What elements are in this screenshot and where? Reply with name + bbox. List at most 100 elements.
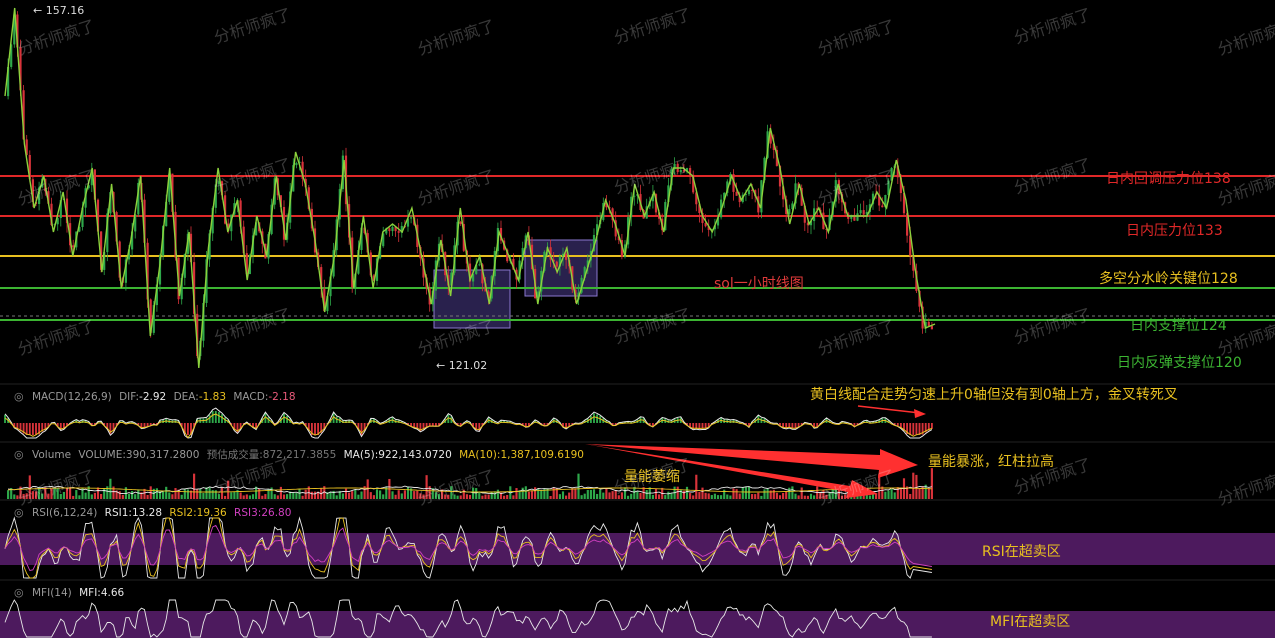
volume-bar xyxy=(400,493,403,499)
macd-histogram-bar xyxy=(909,423,912,435)
volume-bar xyxy=(131,491,134,499)
volume-bar xyxy=(735,489,738,499)
macd-histogram-bar xyxy=(896,423,899,427)
volume-bar xyxy=(627,495,630,499)
candle-body xyxy=(391,226,394,232)
volume-bar xyxy=(692,495,695,499)
volume-bar xyxy=(180,494,183,499)
volume-bar xyxy=(561,491,565,499)
volume-bar xyxy=(295,493,298,499)
volume-bar xyxy=(344,488,348,499)
volume-bar xyxy=(233,491,236,499)
macd-histogram-bar xyxy=(221,414,223,423)
volume-bar xyxy=(689,493,692,499)
volume-bar xyxy=(282,494,286,499)
volume-bar xyxy=(379,490,382,499)
volume-bar xyxy=(549,495,552,499)
macd-histogram-bar xyxy=(431,423,434,426)
volume-bar xyxy=(490,491,493,499)
volume-bar xyxy=(273,494,276,499)
volume-bar xyxy=(729,495,732,499)
volume-bar xyxy=(679,489,682,499)
macd-histogram-bar xyxy=(214,411,217,423)
volume-bar xyxy=(487,494,490,499)
volume-bar xyxy=(654,488,658,499)
volume-bar xyxy=(602,492,605,499)
macd-header: MACD(12,26,9) DIF:-2.92 DEA:-1.83 MACD:-… xyxy=(32,391,296,403)
volume-bar xyxy=(242,495,245,499)
volume-bar xyxy=(636,491,639,499)
macd-histogram-bar xyxy=(217,412,220,423)
volume-bar xyxy=(329,491,332,499)
volume-bar xyxy=(375,489,379,499)
volume-bar xyxy=(174,488,177,499)
sol-hourly-chart: ← 157.16 ← 121.02 sol一小时线图 日内回调压力位138 日内… xyxy=(0,0,1275,638)
volume-bar xyxy=(716,495,720,499)
macd-histogram-bar xyxy=(915,423,918,435)
volume-bar xyxy=(605,488,608,499)
volume-bar xyxy=(534,487,537,499)
volume-bar xyxy=(341,493,344,499)
volume-bar xyxy=(394,494,397,499)
low-marker: ← 121.02 xyxy=(436,359,487,372)
volume-bar xyxy=(506,495,509,499)
volume-bar xyxy=(608,492,611,499)
volume-bar xyxy=(599,489,602,499)
rsi-zone-label: RSI在超卖区 xyxy=(982,544,1061,560)
macd-histogram-bar xyxy=(186,423,189,435)
volume-bar xyxy=(568,492,571,499)
volume-bar xyxy=(162,491,165,499)
macd-histogram-bar xyxy=(596,414,599,423)
volume-bar xyxy=(245,494,248,499)
candle-body xyxy=(555,261,558,267)
volume-bar xyxy=(304,489,307,499)
volume-bar xyxy=(912,472,915,499)
volume-bar xyxy=(208,487,211,499)
candle-body xyxy=(478,264,481,266)
candle-body xyxy=(927,321,930,327)
level-label-138: 日内回调压力位138 xyxy=(1106,171,1231,187)
volume-bar xyxy=(685,486,689,499)
volume-bar xyxy=(7,490,10,499)
chart-title: sol一小时线图 xyxy=(714,276,804,292)
macd-histogram-bar xyxy=(593,413,595,423)
volume-bar xyxy=(741,487,744,499)
volume-spike-note: 量能暴涨，红柱拉高 xyxy=(928,453,1054,470)
volume-bar xyxy=(313,491,317,499)
volume-bar xyxy=(803,495,806,499)
volume-bar xyxy=(754,494,757,499)
volume-bar xyxy=(372,495,375,499)
volume-bar xyxy=(276,495,279,499)
volume-bar xyxy=(645,490,648,499)
mfi-zone-label: MFI在超卖区 xyxy=(990,614,1070,630)
bell-icon: ◎ xyxy=(14,586,24,599)
volume-bar xyxy=(586,489,589,499)
candle-body xyxy=(735,191,738,196)
level-label-128: 多空分水岭关键位128 xyxy=(1099,270,1238,287)
volume-header: Volume VOLUME:390,317.2800 预估成交量:872,217… xyxy=(32,448,584,461)
volume-bar xyxy=(403,490,406,499)
volume-bar xyxy=(205,487,208,499)
volume-bar xyxy=(527,491,530,499)
macd-histogram-bar xyxy=(434,423,437,426)
volume-bar xyxy=(658,494,661,499)
volume-bar xyxy=(348,492,351,499)
volume-bar xyxy=(757,492,760,499)
volume-bar xyxy=(264,494,267,499)
volume-bar xyxy=(909,493,912,499)
volume-bar xyxy=(574,488,577,499)
volume-bar xyxy=(676,486,679,499)
macd-histogram-bar xyxy=(788,423,791,428)
volume-bar xyxy=(524,486,527,499)
volume-bar xyxy=(667,491,670,499)
volume-bar xyxy=(775,492,778,499)
mfi-oversold-band xyxy=(0,611,1275,638)
volume-bar xyxy=(258,488,261,499)
volume-bar xyxy=(96,487,100,499)
volume-bar xyxy=(103,488,106,499)
candle-body xyxy=(856,213,859,221)
macd-histogram-bar xyxy=(930,423,933,429)
volume-bar xyxy=(196,489,199,499)
volume-bar xyxy=(478,492,481,499)
volume-bar xyxy=(813,495,816,499)
